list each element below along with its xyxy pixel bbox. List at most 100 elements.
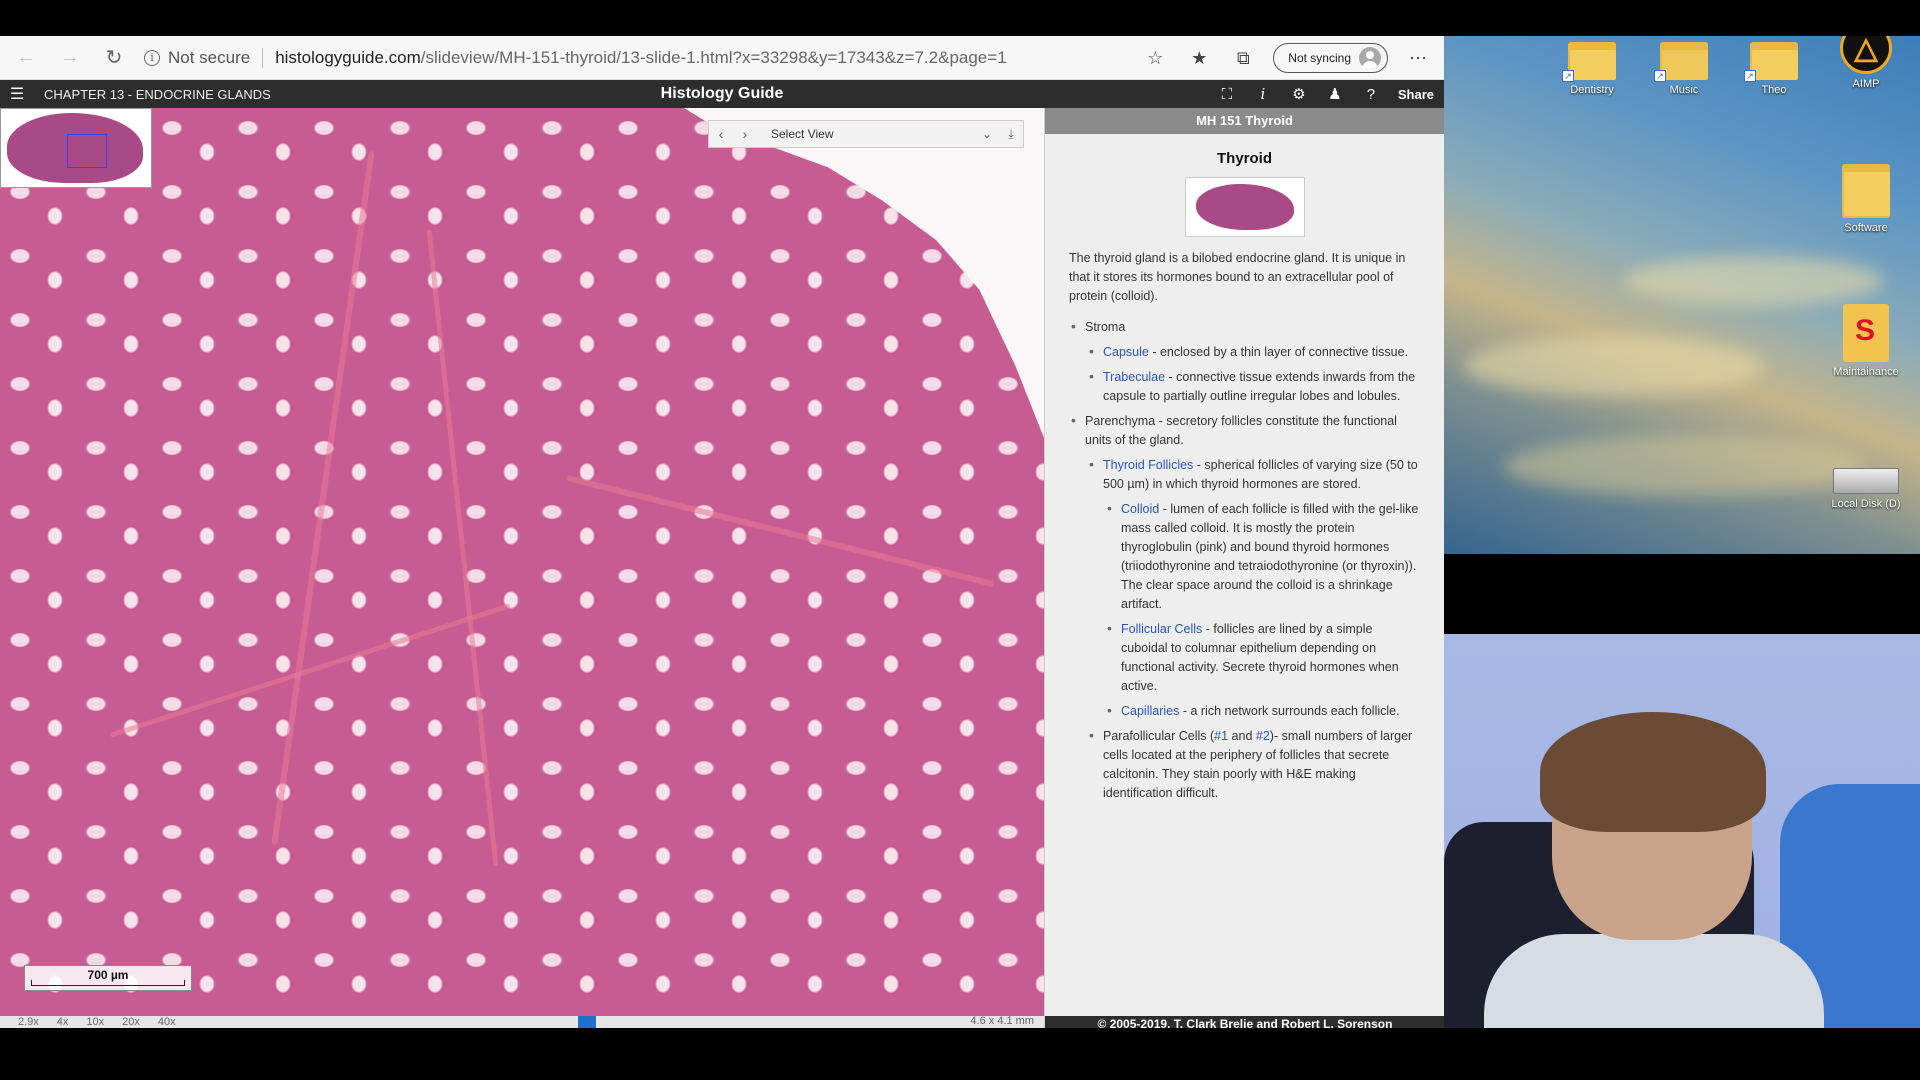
slide-viewer[interactable]: ‹ › Select View ⌄ ⤓ 700 µm [0, 108, 1044, 1016]
desktop-icon-software[interactable]: Software [1824, 160, 1908, 234]
panel-header: MH 151 Thyroid [1045, 108, 1444, 134]
aimp-icon [1840, 36, 1892, 74]
webcam-person-shirt [1484, 934, 1824, 1028]
download-icon[interactable]: ⤓ [999, 127, 1023, 142]
folder-icon [1842, 160, 1890, 218]
collections-icon[interactable]: ⧉ [1229, 44, 1257, 72]
forward-arrow-icon[interactable]: → [52, 40, 88, 76]
desktop-icon-label: Music [1669, 84, 1699, 96]
view-selector[interactable]: ‹ › Select View ⌄ ⤓ [708, 120, 1024, 148]
thyroid-follicles-link[interactable]: Thyroid Follicles [1103, 458, 1193, 472]
wallpaper-cloud [1624, 256, 1884, 306]
zoom-4x[interactable]: 4x [57, 1016, 69, 1028]
previous-view-icon[interactable]: ‹ [709, 126, 733, 142]
zoom-40x[interactable]: 40x [158, 1016, 176, 1028]
site-tools: ⛶ i ⚙ ♟ ? Share [1218, 80, 1434, 108]
navigation-active-icon[interactable] [578, 1016, 596, 1028]
shortcut-arrow-icon: ↗ [1562, 70, 1574, 82]
desktop: ↗ Dentistry ↗ Music ↗ Theo AIMP Software… [1444, 36, 1920, 554]
help-icon[interactable]: ? [1362, 86, 1380, 103]
webcam-person-hair [1540, 712, 1766, 832]
chevron-down-icon[interactable]: ⌄ [975, 127, 999, 141]
folder-icon: ↗ [1562, 38, 1616, 82]
browser-window: ← → ↻ i Not secure histologyguide.com/sl… [0, 36, 1444, 1028]
url-path: /slideview/MH-151-thyroid/13-slide-1.htm… [420, 47, 1007, 67]
list-item: Colloid - lumen of each follicle is fill… [1105, 499, 1420, 614]
maintainance-icon [1843, 304, 1889, 362]
site-title[interactable]: Histology Guide [661, 85, 784, 103]
parenchyma-label: Parenchyma - secretory follicles constit… [1085, 414, 1397, 447]
info-icon[interactable]: i [1254, 85, 1272, 103]
chapter-title[interactable]: CHAPTER 13 - ENDOCRINE GLANDS [44, 87, 271, 102]
panel-thumbnail[interactable] [1184, 177, 1305, 237]
desktop-icon-aimp[interactable]: AIMP [1824, 36, 1908, 90]
back-arrow-icon[interactable]: ← [8, 40, 44, 76]
list-item: Parenchyma - secretory follicles constit… [1069, 411, 1420, 803]
address-bar: ← → ↻ i Not secure histologyguide.com/sl… [0, 36, 1444, 80]
drive-icon [1833, 468, 1899, 494]
user-icon[interactable]: ♟ [1326, 85, 1344, 103]
list-item: Trabeculae - connective tissue extends i… [1087, 367, 1420, 406]
desktop-icon-label: AIMP [1852, 78, 1880, 90]
capsule-link[interactable]: Capsule [1103, 345, 1149, 359]
overview-viewport[interactable] [67, 134, 107, 168]
desktop-icon-local-disk[interactable]: Local Disk (D) [1824, 456, 1908, 510]
music-folder-icon: ↗ [1654, 38, 1708, 82]
stroma-label: Stroma [1085, 320, 1126, 334]
zoom-20x[interactable]: 20x [122, 1016, 140, 1028]
shortcut-arrow-icon: ↗ [1744, 70, 1756, 82]
fullscreen-icon[interactable]: ⛶ [1218, 86, 1236, 103]
webcam-feed [1444, 634, 1920, 1028]
desktop-icon-maintainance[interactable]: Maintainance [1824, 304, 1908, 378]
url-separator [262, 47, 264, 68]
parafollicular-link-2[interactable]: #2 [1256, 729, 1270, 743]
trabeculae-link[interactable]: Trabeculae [1103, 370, 1165, 384]
colloid-text: - lumen of each follicle is filled with … [1121, 502, 1419, 611]
zoom-10x[interactable]: 10x [86, 1016, 104, 1028]
url-field[interactable]: i Not secure histologyguide.com/slidevie… [144, 40, 1007, 76]
folder-icon: ↗ [1744, 38, 1798, 82]
sync-label: Not syncing [1288, 51, 1351, 65]
slide-overview[interactable] [0, 108, 152, 188]
desktop-icon-dentistry[interactable]: ↗ Dentistry [1550, 38, 1634, 96]
desktop-icon-theo[interactable]: ↗ Theo [1732, 38, 1816, 96]
desktop-icon-label: Maintainance [1833, 366, 1899, 378]
more-icon[interactable]: ⋯ [1404, 44, 1432, 72]
list-item: Parafollicular Cells (#1 and #2)- small … [1087, 726, 1420, 803]
panel-intro: The thyroid gland is a bilobed endocrine… [1069, 251, 1406, 303]
follicular-cells-link[interactable]: Follicular Cells [1121, 622, 1202, 636]
favorites-icon[interactable]: ★ [1185, 44, 1213, 72]
tissue-strand [271, 150, 375, 846]
refresh-icon[interactable]: ↻ [96, 40, 132, 76]
scale-line [31, 980, 185, 986]
next-view-icon[interactable]: › [733, 126, 757, 142]
zoom-toolbar: 2.9x 4x 10x 20x 40x 4.6 x 4.1 mm [0, 1016, 1044, 1028]
shortcut-arrow-icon: ↗ [1654, 70, 1666, 82]
wallpaper-cloud [1504, 436, 1864, 496]
share-button[interactable]: Share [1398, 87, 1434, 102]
star-icon[interactable]: ☆ [1141, 44, 1169, 72]
capillaries-link[interactable]: Capillaries [1121, 704, 1179, 718]
desktop-icon-music[interactable]: ↗ Music [1642, 38, 1726, 96]
panel-body: The thyroid gland is a bilobed endocrine… [1045, 237, 1444, 803]
tissue-strand [565, 474, 995, 588]
select-view-label[interactable]: Select View [771, 127, 975, 141]
list-item: Follicular Cells - follicles are lined b… [1105, 619, 1420, 696]
slide-dimensions: 4.6 x 4.1 mm [970, 1016, 1034, 1027]
zoom-current: 2.9x [18, 1016, 39, 1028]
security-label: Not secure [168, 47, 251, 67]
sync-button[interactable]: Not syncing [1273, 43, 1388, 73]
settings-icon[interactable]: ⚙ [1290, 85, 1308, 103]
info-panel: MH 151 Thyroid Thyroid The thyroid gland… [1044, 108, 1444, 1028]
info-icon[interactable]: i [144, 49, 160, 66]
parafollicular-link-1[interactable]: #1 [1214, 729, 1228, 743]
colloid-link[interactable]: Colloid [1121, 502, 1159, 516]
wallpaper-cloud [1464, 336, 1764, 396]
list-item: Capsule - enclosed by a thin layer of co… [1087, 342, 1420, 362]
menu-icon[interactable]: ☰ [0, 80, 34, 108]
tissue-strand [109, 603, 511, 738]
browser-toolbar: ☆ ★ ⧉ Not syncing ⋯ [1141, 40, 1432, 76]
desktop-icon-label: Software [1844, 222, 1888, 234]
list-item: Thyroid Follicles - spherical follicles … [1087, 455, 1420, 721]
copyright-footer: © 2005-2019, T. Clark Brelje and Robert … [1045, 1016, 1444, 1028]
